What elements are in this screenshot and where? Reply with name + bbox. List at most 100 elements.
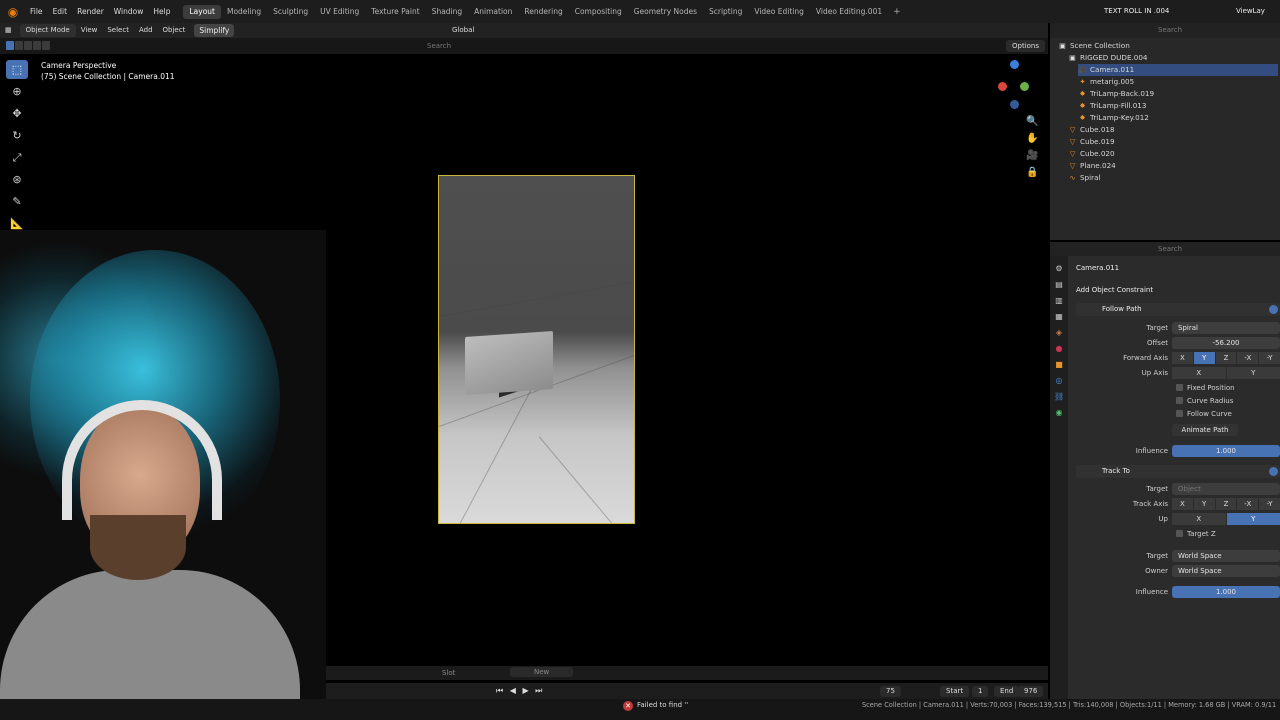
data-tab-icon[interactable]: ◉ bbox=[1054, 408, 1064, 418]
scene-box-object[interactable] bbox=[465, 330, 553, 396]
curve-radius-checkbox[interactable]: Curve Radius bbox=[1176, 395, 1233, 407]
lock-icon[interactable]: 🔒 bbox=[1026, 167, 1038, 178]
outliner-item[interactable]: ▽ Cube.018 bbox=[1068, 124, 1278, 136]
playback-buttons[interactable]: ⏮ ◀ ▶ ⏭ bbox=[496, 686, 544, 696]
outliner-item[interactable]: ▣ RIGGED DUDE.004 bbox=[1068, 52, 1278, 64]
follow-path-name[interactable]: Follow Path bbox=[1102, 303, 1142, 316]
constraint-visibility-icon[interactable] bbox=[1269, 467, 1278, 476]
follow-path-constraint-header[interactable]: Follow Path bbox=[1076, 303, 1280, 316]
constraint-visibility-icon[interactable] bbox=[1269, 305, 1278, 314]
track-axis-selector[interactable]: X Y Z -X -Y bbox=[1172, 498, 1280, 510]
outliner-item[interactable]: ✦ metarig.005 bbox=[1078, 76, 1278, 88]
editor-type-icon[interactable]: ▦ bbox=[0, 23, 17, 38]
animate-path-button[interactable]: Animate Path bbox=[1172, 424, 1238, 436]
end-frame-field[interactable]: 976 bbox=[1018, 686, 1044, 697]
target-space-dropdown[interactable]: World Space bbox=[1172, 550, 1280, 562]
offset-field[interactable]: -56.200 bbox=[1172, 337, 1280, 349]
select-box-icon[interactable]: ⬚ bbox=[6, 60, 28, 79]
outliner-search-input[interactable]: Search bbox=[1158, 25, 1238, 36]
outliner-item[interactable]: ▽ Cube.019 bbox=[1068, 136, 1278, 148]
tool-tab-icon[interactable]: ⚙ bbox=[1054, 264, 1064, 274]
simplify-button[interactable]: Simplify bbox=[194, 24, 235, 37]
view-layer-tab-icon[interactable]: ▦ bbox=[1054, 312, 1064, 322]
constraints-tab-icon[interactable]: ⛓ bbox=[1054, 392, 1064, 402]
track-axis-z[interactable]: Z bbox=[1215, 498, 1237, 510]
viewport-search-input[interactable]: Search bbox=[427, 40, 647, 52]
workspace-tab-texture-paint[interactable]: Texture Paint bbox=[365, 0, 425, 23]
track-axis-neg-y[interactable]: -Y bbox=[1259, 498, 1280, 510]
camera-view-icon[interactable]: 🎥 bbox=[1026, 150, 1038, 161]
menu-select[interactable]: Select bbox=[102, 23, 134, 38]
transform-orientation-dropdown[interactable]: Global bbox=[452, 23, 474, 38]
transform-icon[interactable]: ⊛ bbox=[6, 170, 28, 189]
track-up-axis-selector[interactable]: X Y bbox=[1172, 513, 1280, 525]
forward-axis-y[interactable]: Y bbox=[1193, 352, 1215, 364]
add-constraint-dropdown[interactable]: Add Object Constraint bbox=[1076, 284, 1153, 296]
forward-axis-selector[interactable]: X Y Z -X -Y bbox=[1172, 352, 1280, 364]
gizmo-x-axis[interactable] bbox=[998, 82, 1007, 91]
camera-frame[interactable] bbox=[438, 175, 635, 524]
pan-hand-icon[interactable]: ✋ bbox=[1026, 133, 1038, 144]
render-tab-icon[interactable]: ▤ bbox=[1054, 280, 1064, 290]
menu-object[interactable]: Object bbox=[158, 23, 191, 38]
forward-axis-z[interactable]: Z bbox=[1215, 352, 1237, 364]
start-frame-field[interactable]: 1 bbox=[972, 686, 989, 697]
outliner-item[interactable]: ✸ TriLamp-Fill.013 bbox=[1078, 100, 1278, 112]
track-axis-neg-x[interactable]: -X bbox=[1237, 498, 1259, 510]
outliner-item[interactable]: ▣ Scene Collection bbox=[1058, 40, 1278, 52]
track-to-target-field[interactable]: Object bbox=[1172, 483, 1280, 495]
workspace-tab-compositing[interactable]: Compositing bbox=[569, 0, 628, 23]
track-up-x[interactable]: X bbox=[1172, 513, 1226, 525]
new-action-button[interactable]: New bbox=[510, 667, 574, 677]
gizmo-neg-z-axis[interactable] bbox=[1010, 100, 1019, 109]
up-axis-x[interactable]: X bbox=[1172, 367, 1226, 379]
options-dropdown[interactable]: Options bbox=[1006, 40, 1046, 52]
cursor-icon[interactable]: ⊕ bbox=[6, 82, 28, 101]
follow-path-influence-slider[interactable]: 1.000 bbox=[1172, 445, 1280, 457]
menu-file[interactable]: File bbox=[25, 0, 48, 23]
properties-search-input[interactable]: Search bbox=[1158, 244, 1238, 255]
menu-edit[interactable]: Edit bbox=[48, 0, 73, 23]
scene-tab-icon[interactable]: ◈ bbox=[1054, 328, 1064, 338]
output-tab-icon[interactable]: ▥ bbox=[1054, 296, 1064, 306]
follow-path-target-field[interactable]: Spiral bbox=[1172, 322, 1280, 334]
track-up-y[interactable]: Y bbox=[1226, 513, 1280, 525]
workspace-tab-layout[interactable]: Layout bbox=[183, 4, 221, 19]
track-to-constraint-header[interactable]: Track To bbox=[1076, 465, 1280, 478]
track-axis-x[interactable]: X bbox=[1172, 498, 1193, 510]
workspace-tab-rendering[interactable]: Rendering bbox=[518, 0, 568, 23]
gizmo-z-axis[interactable] bbox=[1010, 60, 1019, 69]
add-workspace-icon[interactable]: + bbox=[888, 7, 906, 17]
workspace-tab-animation[interactable]: Animation bbox=[468, 0, 518, 23]
owner-space-dropdown[interactable]: World Space bbox=[1172, 565, 1280, 577]
view-layer-selector[interactable]: ViewLay bbox=[1236, 0, 1265, 23]
move-icon[interactable]: ✥ bbox=[6, 104, 28, 123]
track-axis-y[interactable]: Y bbox=[1193, 498, 1215, 510]
rotate-icon[interactable]: ↻ bbox=[6, 126, 28, 145]
object-tab-icon[interactable]: ■ bbox=[1054, 360, 1064, 370]
workspace-tab-modeling[interactable]: Modeling bbox=[221, 0, 267, 23]
world-tab-icon[interactable]: ● bbox=[1054, 344, 1064, 354]
workspace-tab-video-editing-001[interactable]: Video Editing.001 bbox=[810, 0, 888, 23]
outliner-item[interactable]: ▽ Cube.020 bbox=[1068, 148, 1278, 160]
workspace-tab-scripting[interactable]: Scripting bbox=[703, 0, 748, 23]
workspace-tab-sculpting[interactable]: Sculpting bbox=[267, 0, 314, 23]
current-frame-field[interactable]: 75 bbox=[880, 686, 901, 697]
menu-render[interactable]: Render bbox=[72, 0, 109, 23]
up-axis-y[interactable]: Y bbox=[1226, 367, 1280, 379]
menu-add[interactable]: Add bbox=[134, 23, 158, 38]
menu-view[interactable]: View bbox=[76, 23, 103, 38]
outliner-item[interactable]: ✸ TriLamp-Key.012 bbox=[1078, 112, 1278, 124]
up-axis-selector[interactable]: X Y bbox=[1172, 367, 1280, 379]
outliner-item[interactable]: ∿ Spiral bbox=[1068, 172, 1278, 184]
menu-window[interactable]: Window bbox=[109, 0, 149, 23]
physics-tab-icon[interactable]: ◎ bbox=[1054, 376, 1064, 386]
target-z-checkbox[interactable]: Target Z bbox=[1176, 528, 1216, 540]
menu-help[interactable]: Help bbox=[148, 0, 175, 23]
outliner-item[interactable]: ▽ Plane.024 bbox=[1068, 160, 1278, 172]
selection-mode-icons[interactable] bbox=[6, 41, 50, 50]
track-to-influence-slider[interactable]: 1.000 bbox=[1172, 586, 1280, 598]
forward-axis-neg-y[interactable]: -Y bbox=[1259, 352, 1280, 364]
annotate-icon[interactable]: ✎ bbox=[6, 192, 28, 211]
zoom-icon[interactable]: 🔍 bbox=[1026, 116, 1038, 127]
